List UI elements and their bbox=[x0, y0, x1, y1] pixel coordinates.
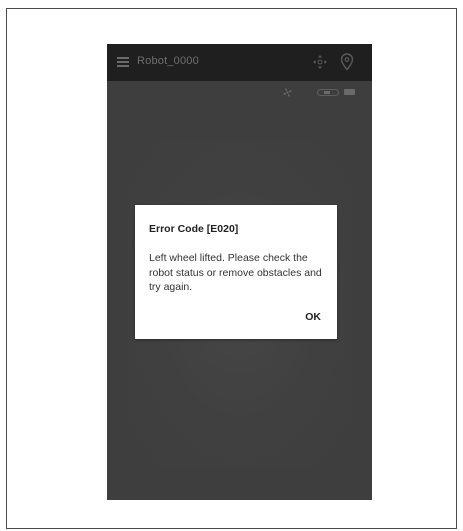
dpad-icon[interactable] bbox=[312, 54, 328, 70]
menu-icon[interactable] bbox=[117, 57, 129, 67]
app-bar: Robot_0000 bbox=[107, 44, 372, 81]
status-row bbox=[107, 81, 372, 103]
ok-button[interactable]: OK bbox=[305, 311, 321, 323]
battery-icon bbox=[344, 89, 355, 95]
toggle-icon bbox=[317, 89, 339, 96]
phone-screen: Robot_0000 Error Code [E020] Left wheel … bbox=[107, 44, 372, 500]
dialog-message: Left wheel lifted. Please check the robo… bbox=[149, 252, 322, 293]
fan-icon bbox=[283, 88, 292, 97]
app-title: Robot_0000 bbox=[137, 55, 199, 67]
location-pin-icon[interactable] bbox=[340, 53, 354, 71]
error-dialog: Error Code [E020] Left wheel lifted. Ple… bbox=[135, 205, 337, 339]
dialog-title: Error Code [E020] bbox=[149, 223, 239, 235]
